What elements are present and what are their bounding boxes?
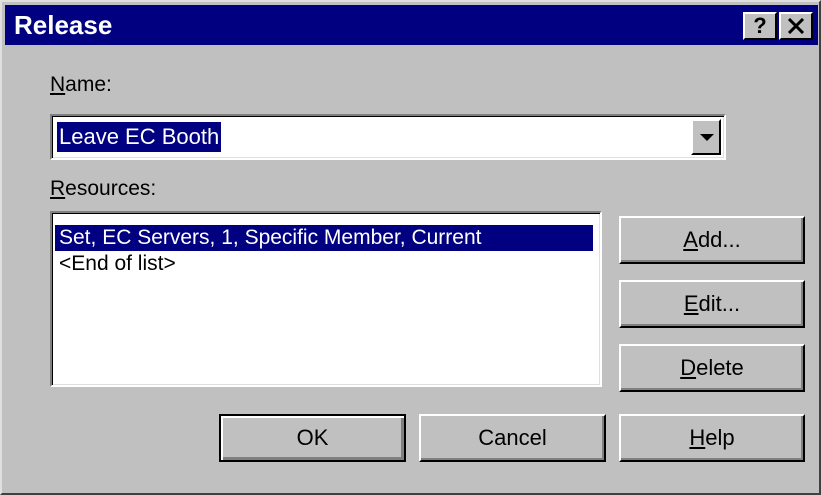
close-button[interactable]	[779, 12, 813, 40]
name-dropdown-button[interactable]	[691, 119, 721, 155]
resources-label: Resources:	[50, 177, 157, 200]
list-item[interactable]: <End of list>	[55, 251, 180, 277]
add-button[interactable]: Add...	[619, 216, 805, 264]
edit-button[interactable]: Edit...	[619, 280, 805, 328]
help-button-label: Help	[689, 425, 735, 450]
question-mark-icon: ?	[753, 13, 767, 38]
add-button-label: Add...	[683, 227, 741, 252]
close-icon	[787, 14, 805, 39]
chevron-down-icon	[700, 134, 714, 141]
name-label: Name:	[50, 73, 112, 96]
delete-button[interactable]: Delete	[619, 344, 805, 392]
cancel-button-label: Cancel	[478, 425, 547, 450]
cancel-button[interactable]: Cancel	[419, 414, 606, 462]
name-combobox[interactable]: Leave EC Booth	[50, 114, 726, 160]
window-title: Release	[14, 10, 113, 40]
edit-button-label: Edit...	[683, 291, 741, 316]
release-dialog: Release ? Name: Leave EC Booth Resources…	[0, 0, 821, 495]
ok-button-label: OK	[296, 425, 329, 450]
help-title-button[interactable]: ?	[743, 12, 777, 40]
list-item[interactable]: Set, EC Servers, 1, Specific Member, Cur…	[55, 225, 593, 251]
resources-listbox[interactable]: Set, EC Servers, 1, Specific Member, Cur…	[50, 211, 602, 387]
help-button[interactable]: Help	[619, 414, 805, 462]
ok-button[interactable]: OK	[219, 414, 406, 462]
title-bar[interactable]: Release ?	[5, 5, 818, 45]
name-combobox-value[interactable]: Leave EC Booth	[57, 122, 222, 152]
delete-button-label: Delete	[680, 355, 744, 380]
